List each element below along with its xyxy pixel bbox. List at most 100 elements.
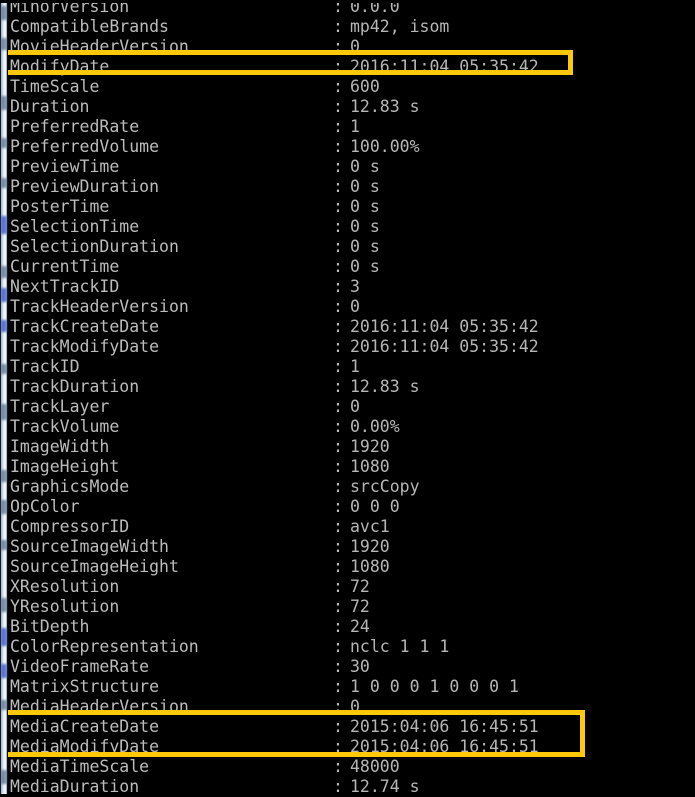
metadata-row[interactable]: YResolution:72 xyxy=(0,597,695,617)
metadata-value: 2015:04:06 16:45:51 xyxy=(350,737,539,756)
metadata-row[interactable]: ModifyDate:2016:11:04 05:35:42 xyxy=(0,57,695,77)
metadata-row[interactable]: TrackLayer:0 xyxy=(0,397,695,417)
metadata-key: SelectionDuration xyxy=(10,237,179,256)
metadata-row[interactable]: MediaTimeScale:48000 xyxy=(0,757,695,777)
metadata-row[interactable]: PreferredRate:1 xyxy=(0,117,695,137)
metadata-value: 48000 xyxy=(350,757,400,776)
metadata-row[interactable]: TrackCreateDate:2016:11:04 05:35:42 xyxy=(0,317,695,337)
metadata-row[interactable]: TrackHeaderVersion:0 xyxy=(0,297,695,317)
metadata-row[interactable]: PreviewDuration:0 s xyxy=(0,177,695,197)
metadata-value: 0 s xyxy=(350,197,380,216)
metadata-row[interactable]: BitDepth:24 xyxy=(0,617,695,637)
metadata-key: MediaHeaderVersion xyxy=(10,697,189,716)
metadata-key: ImageHeight xyxy=(10,457,120,476)
metadata-row[interactable]: NextTrackID:3 xyxy=(0,277,695,297)
metadata-value: 0 xyxy=(350,37,360,56)
metadata-row[interactable]: TrackVolume:0.00% xyxy=(0,417,695,437)
metadata-separator: : xyxy=(333,297,343,316)
metadata-row[interactable]: Duration:12.83 s xyxy=(0,97,695,117)
terminal-window: MinorVersion:0.0.0 CompatibleBrands: mp42,… xyxy=(0,0,695,797)
metadata-value: 1080 xyxy=(350,457,390,476)
metadata-value: 0 s xyxy=(350,257,380,276)
metadata-row[interactable]: ColorRepresentation: nclc 1 1 1 xyxy=(0,637,695,657)
metadata-row[interactable]: PreviewTime:0 s xyxy=(0,157,695,177)
metadata-row[interactable]: SelectionDuration:0 s xyxy=(0,237,695,257)
metadata-separator: : xyxy=(333,497,343,516)
metadata-key: TrackModifyDate xyxy=(10,337,160,356)
metadata-row[interactable]: PreferredVolume:100.00% xyxy=(0,137,695,157)
metadata-value: 72 xyxy=(350,577,370,596)
scrollbar-mark xyxy=(1,700,7,710)
scrollbar-mark xyxy=(1,404,7,420)
metadata-value: 1 xyxy=(350,357,360,376)
scrollbar-mark xyxy=(1,38,7,50)
metadata-key: TrackDuration xyxy=(10,377,140,396)
metadata-row[interactable]: XResolution:72 xyxy=(0,577,695,597)
metadata-value: 1 xyxy=(350,117,360,136)
metadata-key: CurrentTime xyxy=(10,257,120,276)
metadata-separator: : xyxy=(333,417,343,436)
metadata-separator: : xyxy=(333,357,343,376)
metadata-key: MediaTimeScale xyxy=(10,757,150,776)
metadata-row[interactable]: GraphicsMode: srcCopy xyxy=(0,477,695,497)
metadata-key: Duration xyxy=(10,97,90,116)
scrollbar-mark xyxy=(1,664,7,678)
metadata-row[interactable]: CompatibleBrands: mp42, isom xyxy=(0,17,695,37)
metadata-value: 0 s xyxy=(350,217,380,236)
metadata-key: MediaCreateDate xyxy=(10,717,160,736)
metadata-separator: : xyxy=(333,57,343,76)
metadata-separator: : xyxy=(333,257,343,276)
metadata-row[interactable]: CurrentTime:0 s xyxy=(0,257,695,277)
metadata-row[interactable]: MovieHeaderVersion:0 xyxy=(0,37,695,57)
metadata-row[interactable]: CompressorID: avc1 xyxy=(0,517,695,537)
metadata-separator: : xyxy=(333,577,343,596)
metadata-separator: : xyxy=(333,377,343,396)
metadata-key: YResolution xyxy=(10,597,120,616)
metadata-value: 1080 xyxy=(350,557,390,576)
metadata-key: MovieHeaderVersion xyxy=(10,37,189,56)
scrollbar-mark xyxy=(1,500,7,514)
metadata-key: SourceImageWidth xyxy=(10,537,169,556)
metadata-key: XResolution xyxy=(10,577,120,596)
metadata-row[interactable]: MediaCreateDate:2015:04:06 16:45:51 xyxy=(0,717,695,737)
metadata-value: srcCopy xyxy=(350,477,420,496)
metadata-separator: : xyxy=(333,237,343,256)
metadata-separator: : xyxy=(333,17,343,36)
metadata-separator: : xyxy=(333,637,343,656)
metadata-separator: : xyxy=(333,197,343,216)
metadata-row[interactable]: SourceImageWidth:1920 xyxy=(0,537,695,557)
metadata-row[interactable]: TrackDuration:12.83 s xyxy=(0,377,695,397)
metadata-value: 2016:11:04 05:35:42 xyxy=(350,337,539,356)
metadata-row[interactable]: MediaModifyDate:2015:04:06 16:45:51 xyxy=(0,737,695,757)
metadata-row[interactable]: OpColor:0 0 0 xyxy=(0,497,695,517)
metadata-row[interactable]: PosterTime:0 s xyxy=(0,197,695,217)
metadata-separator: : xyxy=(333,137,343,156)
metadata-value: 2016:11:04 05:35:42 xyxy=(350,317,539,336)
metadata-key: OpColor xyxy=(10,497,80,516)
metadata-separator: : xyxy=(333,557,343,576)
metadata-separator: : xyxy=(333,697,343,716)
metadata-output-list[interactable]: MinorVersion:0.0.0 CompatibleBrands: mp42,… xyxy=(0,0,695,797)
metadata-row[interactable]: SelectionTime:0 s xyxy=(0,217,695,237)
metadata-row[interactable]: MediaHeaderVersion:0 xyxy=(0,697,695,717)
metadata-key: SourceImageHeight xyxy=(10,557,179,576)
metadata-separator: : xyxy=(333,217,343,236)
metadata-row[interactable]: VideoFrameRate:30 xyxy=(0,657,695,677)
metadata-separator: : xyxy=(333,437,343,456)
metadata-row[interactable]: SourceImageHeight:1080 xyxy=(0,557,695,577)
metadata-row[interactable]: TrackID:1 xyxy=(0,357,695,377)
metadata-value: 30 xyxy=(350,657,370,676)
metadata-key: ColorRepresentation xyxy=(10,637,199,656)
metadata-row[interactable]: TimeScale:600 xyxy=(0,77,695,97)
vertical-scrollbar[interactable] xyxy=(0,0,8,797)
metadata-value: 0 xyxy=(350,297,360,316)
metadata-row[interactable]: ImageHeight:1080 xyxy=(0,457,695,477)
metadata-value: 12.83 s xyxy=(350,377,420,396)
metadata-row[interactable]: MatrixStructure:1 0 0 0 1 0 0 0 1 xyxy=(0,677,695,697)
metadata-separator: : xyxy=(333,37,343,56)
metadata-key: MatrixStructure xyxy=(10,677,160,696)
metadata-key: GraphicsMode xyxy=(10,477,130,496)
metadata-row[interactable]: TrackModifyDate:2016:11:04 05:35:42 xyxy=(0,337,695,357)
metadata-row[interactable]: ImageWidth:1920 xyxy=(0,437,695,457)
metadata-key: ModifyDate xyxy=(10,57,110,76)
